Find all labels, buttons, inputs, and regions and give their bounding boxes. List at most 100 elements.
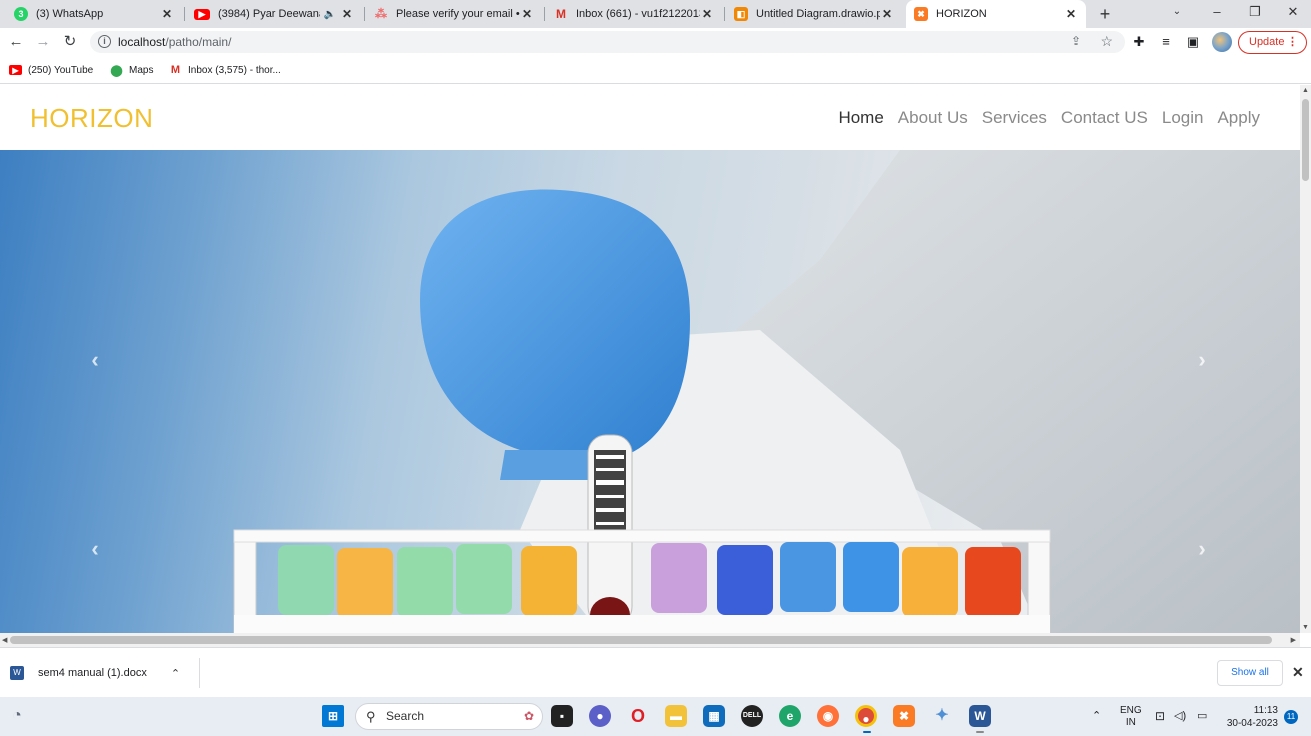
xampp-icon: ✖: [914, 7, 928, 21]
tab-divider: [544, 7, 545, 21]
youtube-icon: ▶: [194, 8, 210, 20]
reload-icon[interactable]: ↻: [60, 32, 80, 52]
bookmark-star-icon[interactable]: ☆: [1100, 33, 1113, 50]
tab-drawio[interactable]: ◧ Untitled Diagram.drawio.p ✕: [726, 0, 902, 28]
site-brand[interactable]: HORIZON: [30, 103, 153, 134]
tab-title: Please verify your email • A: [396, 8, 520, 20]
address-bar[interactable]: i localhost/patho/main/ ⇪ ☆: [90, 31, 1125, 53]
tray-overflow-icon[interactable]: ⌃: [1092, 709, 1101, 722]
close-tab-icon[interactable]: ✕: [340, 7, 354, 21]
update-button[interactable]: Update ⋮: [1238, 31, 1307, 54]
vertical-scroll-thumb[interactable]: [1302, 99, 1309, 181]
reading-list-icon[interactable]: ≡: [1158, 34, 1174, 50]
close-tab-icon[interactable]: ✕: [880, 7, 894, 21]
side-panel-icon[interactable]: ▣: [1185, 34, 1201, 50]
carousel-prev-icon-2[interactable]: ‹: [80, 534, 110, 564]
chevron-up-icon[interactable]: ⌃: [171, 667, 180, 680]
bookmark-youtube[interactable]: ▶ (250) YouTube: [9, 63, 93, 77]
dell-icon[interactable]: DELL: [741, 705, 763, 727]
horizontal-scrollbar[interactable]: ◀ ▶: [0, 633, 1300, 647]
lab-hero-image: [233, 150, 1300, 633]
nav-services[interactable]: Services: [982, 108, 1047, 128]
notification-badge[interactable]: 11: [1284, 710, 1298, 724]
teams-chat-icon[interactable]: ●: [589, 705, 611, 727]
search-highlight-icon: ✿: [523, 709, 534, 723]
show-all-button[interactable]: Show all: [1217, 660, 1283, 686]
url-path: /patho/main/: [165, 35, 232, 49]
nav-about-us[interactable]: About Us: [898, 108, 968, 128]
tab-gmail[interactable]: M Inbox (661) - vu1f2122013 ✕: [546, 0, 722, 28]
menu-kebab-icon: ⋮: [1287, 36, 1298, 48]
vertical-scrollbar[interactable]: ▲ ▼: [1300, 85, 1311, 633]
windows-taskbar: ◔ ⊞ ⚲ Search ✿ ▪ ● O ▬ ▦ DELL e ◉ ● ✖ ✦ …: [0, 697, 1311, 736]
bookmark-gmail[interactable]: M Inbox (3,575) - thor...: [169, 63, 281, 77]
carousel-next-icon-2[interactable]: ›: [1187, 534, 1217, 564]
profile-avatar[interactable]: [1212, 32, 1232, 52]
site-info-icon[interactable]: i: [98, 35, 111, 48]
hero-carousel: ‹ › ‹ ›: [0, 150, 1300, 633]
tab-search-chevron-icon[interactable]: ⌄: [1158, 0, 1196, 28]
clock[interactable]: 11:13 30-04-2023: [1224, 704, 1278, 730]
download-shelf: W sem4 manual (1).docx ⌃ Show all ✕: [0, 647, 1311, 697]
back-icon[interactable]: ←: [6, 32, 26, 52]
store-icon[interactable]: ▦: [703, 705, 725, 727]
url-host: localhost: [118, 35, 166, 49]
new-tab-icon[interactable]: +: [1094, 3, 1116, 25]
network-app-icon[interactable]: ✦: [931, 705, 953, 727]
carousel-next-icon[interactable]: ›: [1187, 345, 1217, 375]
close-tab-icon[interactable]: ✕: [160, 7, 174, 21]
taskbar-search[interactable]: ⚲ Search ✿: [355, 703, 543, 730]
opera-icon[interactable]: O: [627, 705, 649, 727]
nav-apply[interactable]: Apply: [1217, 108, 1260, 128]
scroll-left-icon[interactable]: ◀: [2, 636, 7, 644]
close-tab-icon[interactable]: ✕: [1064, 7, 1078, 21]
scroll-down-icon[interactable]: ▼: [1302, 624, 1309, 631]
tab-whatsapp[interactable]: 3 (3) WhatsApp ✕: [6, 0, 182, 28]
file-explorer-icon[interactable]: ▬: [665, 705, 687, 727]
tab-divider: [184, 7, 185, 21]
download-item[interactable]: W sem4 manual (1).docx ⌃: [10, 658, 200, 688]
search-label: Search: [386, 709, 425, 723]
forward-icon[interactable]: →: [33, 32, 53, 52]
close-tab-icon[interactable]: ✕: [520, 7, 534, 21]
tab-youtube[interactable]: ▶ (3984) Pyar Deewana H 🔈 ✕: [186, 0, 362, 28]
widgets-icon[interactable]: ◔: [6, 705, 28, 727]
window-close-icon[interactable]: ✕: [1274, 0, 1311, 28]
chrome-icon[interactable]: ●: [855, 705, 877, 727]
search-icon: ⚲: [366, 709, 376, 724]
firefox-icon[interactable]: ◉: [817, 705, 839, 727]
whatsapp-icon: 3: [14, 7, 28, 21]
lang-line2: IN: [1125, 717, 1136, 728]
close-tab-icon[interactable]: ✕: [700, 7, 714, 21]
horizontal-scroll-thumb[interactable]: [10, 636, 1272, 644]
share-icon[interactable]: ⇪: [1071, 34, 1081, 48]
language-indicator[interactable]: ENG IN: [1120, 705, 1142, 729]
tab-horizon[interactable]: ✖ HORIZON ✕: [906, 0, 1086, 28]
nav-home[interactable]: Home: [838, 108, 883, 128]
close-shelf-icon[interactable]: ✕: [1292, 664, 1304, 681]
browser-toolbar: ← → ↻ i localhost/patho/main/ ⇪ ☆ ✚ ≡ ▣ …: [0, 28, 1311, 56]
edge-icon[interactable]: e: [779, 705, 801, 727]
bookmark-maps[interactable]: ⬤ Maps: [110, 63, 153, 77]
windows-start-icon[interactable]: ⊞: [322, 705, 344, 727]
volume-icon[interactable]: ◁): [1174, 709, 1186, 722]
scroll-right-icon[interactable]: ▶: [1291, 636, 1296, 644]
extensions-icon[interactable]: ✚: [1131, 34, 1147, 50]
scroll-up-icon[interactable]: ▲: [1302, 87, 1309, 94]
audio-playing-icon[interactable]: 🔈: [324, 9, 336, 20]
nav-login[interactable]: Login: [1162, 108, 1204, 128]
minimize-icon[interactable]: –: [1198, 0, 1236, 28]
xampp-icon[interactable]: ✖: [893, 705, 915, 727]
word-doc-icon: W: [10, 666, 24, 680]
carousel-prev-icon[interactable]: ‹: [80, 345, 110, 375]
network-icon[interactable]: ⊡: [1155, 709, 1165, 723]
nav-contact-us[interactable]: Contact US: [1061, 108, 1148, 128]
url-text[interactable]: localhost/patho/main/: [118, 35, 231, 49]
battery-icon[interactable]: ▭: [1197, 709, 1207, 722]
word-icon[interactable]: W: [969, 705, 991, 727]
tab-asana[interactable]: ⁂ Please verify your email • A ✕: [366, 0, 542, 28]
tab-title: (3) WhatsApp: [36, 8, 104, 20]
task-view-icon[interactable]: ▪: [551, 705, 573, 727]
youtube-icon: ▶: [9, 65, 22, 75]
restore-icon[interactable]: ❐: [1236, 0, 1274, 28]
